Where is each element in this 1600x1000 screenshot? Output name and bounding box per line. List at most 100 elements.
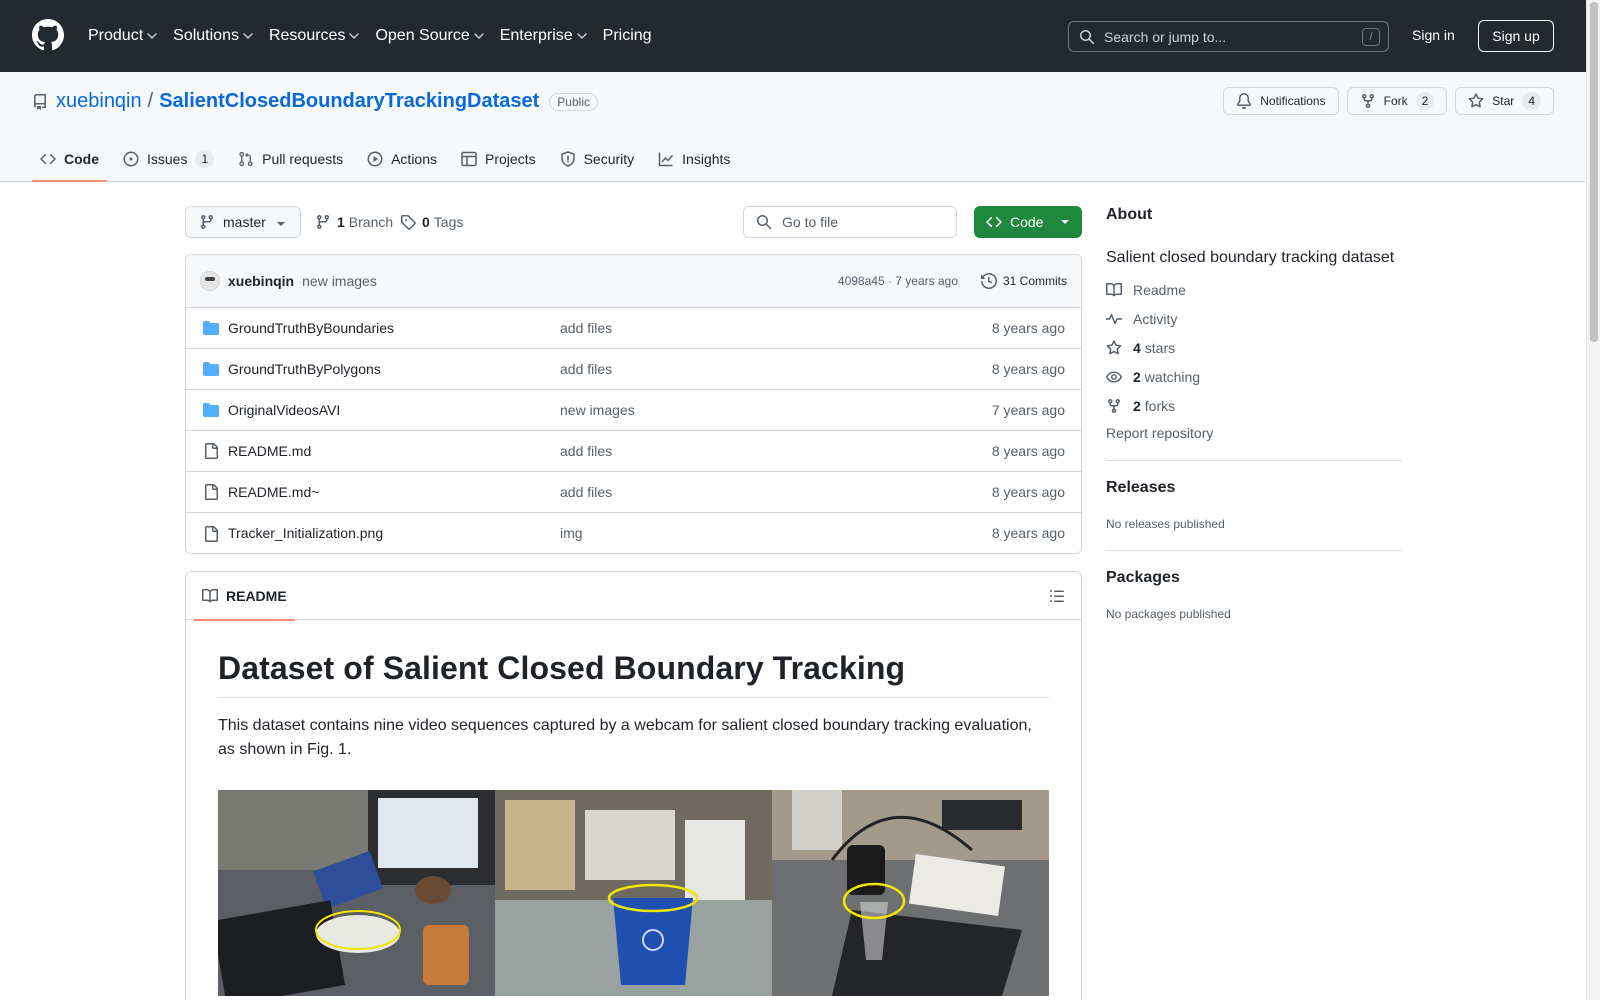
repo-actions: Notifications Fork 2 Star 4 [1215, 87, 1554, 115]
about-link-stars[interactable]: 4 stars [1106, 338, 1402, 357]
code-download-button[interactable]: Code [974, 206, 1082, 238]
book-icon [202, 588, 226, 604]
about-link-watching[interactable]: 2 watching [1106, 367, 1402, 386]
file-name-link[interactable]: README.md~ [228, 484, 319, 500]
about-link-readme[interactable]: Readme [1106, 280, 1402, 299]
graph-icon [658, 151, 682, 167]
pull-request-icon [238, 151, 262, 167]
packages-heading[interactable]: Packages [1106, 569, 1402, 587]
page-scrollbar[interactable] [1586, 0, 1600, 1000]
chevron-down-icon [576, 33, 587, 39]
commits-link[interactable]: 31 Commits [980, 267, 1067, 295]
tab-label: Security [583, 151, 635, 167]
star-button[interactable]: Star 4 [1455, 87, 1554, 115]
commit-hash-age[interactable]: 4098a45 · 7 years ago [838, 274, 958, 288]
file-commit-message[interactable]: add files [560, 484, 612, 500]
file-name-link[interactable]: OriginalVideosAVI [228, 402, 340, 418]
fork-label: Fork [1383, 94, 1408, 108]
repo-owner-link[interactable]: xuebinqin [56, 90, 142, 113]
file-name-link[interactable]: Tracker_Initialization.png [228, 525, 383, 541]
file-row[interactable]: OriginalVideosAVI new images 7 years ago [186, 390, 1081, 431]
avatar[interactable] [200, 271, 220, 291]
nav-product[interactable]: Product [88, 27, 157, 45]
file-row[interactable]: Tracker_Initialization.png img 8 years ago [186, 513, 1081, 553]
sign-in-link[interactable]: Sign in [1412, 27, 1455, 43]
file-row[interactable]: README.md~ add files 8 years ago [186, 472, 1081, 513]
tab-pull-requests[interactable]: Pull requests [230, 136, 351, 182]
file-name-link[interactable]: GroundTruthByBoundaries [228, 320, 394, 336]
file-name-link[interactable]: GroundTruthByPolygons [228, 361, 381, 377]
tags-link[interactable]: 0 Tags [400, 214, 463, 230]
github-logo-icon[interactable] [32, 19, 64, 51]
play-icon [367, 151, 391, 167]
file-row[interactable]: README.md add files 8 years ago [186, 431, 1081, 472]
about-link-activity[interactable]: Activity [1106, 309, 1402, 328]
tab-insights[interactable]: Insights [650, 136, 738, 182]
file-commit-message[interactable]: img [560, 525, 583, 541]
code-button-label: Code [1010, 214, 1044, 230]
main-nav: Product Solutions Resources Open Source Ente… [88, 0, 668, 72]
scrollbar-thumb[interactable] [1590, 2, 1598, 342]
releases-heading[interactable]: Releases [1106, 479, 1402, 497]
nav-solutions[interactable]: Solutions [173, 27, 253, 45]
file-row[interactable]: GroundTruthByPolygons add files 8 years ag… [186, 349, 1081, 390]
nav-open-source[interactable]: Open Source [375, 27, 484, 45]
branches-link[interactable]: 1 Branch [315, 214, 393, 230]
repo-header: xuebinqin / SalientClosedBoundaryTrackin… [0, 72, 1586, 182]
go-to-file-input[interactable]: Go to file [743, 206, 957, 238]
repo-separator: / [147, 90, 154, 112]
tab-label: Pull requests [262, 151, 344, 167]
notifications-button[interactable]: Notifications [1223, 87, 1339, 115]
nav-label: Product [88, 27, 144, 44]
caret-down-icon [1060, 219, 1070, 225]
file-commit-message[interactable]: new images [560, 402, 635, 418]
readme-figure-image [218, 790, 1049, 996]
history-icon [980, 273, 1003, 289]
report-repository-link[interactable]: Report repository [1106, 425, 1402, 441]
nav-resources[interactable]: Resources [269, 27, 360, 45]
tab-projects[interactable]: Projects [453, 136, 544, 182]
repo-sidebar: About Salient closed boundary tracking d… [1106, 206, 1402, 621]
search-input[interactable]: Search or jump to... / [1068, 21, 1389, 52]
caret-down-icon [276, 221, 286, 227]
packages-empty: No packages published [1106, 607, 1231, 621]
tab-security[interactable]: Security [552, 136, 643, 182]
file-commit-message[interactable]: add files [560, 361, 612, 377]
branch-name: master [223, 214, 266, 230]
branch-select-button[interactable]: master [185, 206, 301, 238]
commit-message[interactable]: new images [302, 273, 377, 289]
star-count: 4 [1522, 92, 1541, 110]
about-label: Readme [1133, 281, 1186, 298]
file-age: 8 years ago [991, 320, 1065, 336]
readme-title: Dataset of Salient Closed Boundary Track… [218, 650, 1049, 698]
nav-enterprise[interactable]: Enterprise [500, 27, 587, 45]
commit-author[interactable]: xuebinqin [228, 273, 294, 289]
photo-recycle-bin-scene [495, 790, 772, 996]
readme-tab[interactable]: README [194, 572, 295, 621]
nav-pricing[interactable]: Pricing [603, 27, 652, 45]
fork-button[interactable]: Fork 2 [1346, 87, 1448, 115]
file-row[interactable]: GroundTruthByBoundaries add files 8 years … [186, 308, 1081, 349]
file-age: 8 years ago [991, 443, 1065, 459]
about-count: 2 [1133, 397, 1141, 414]
about-count: 4 [1133, 339, 1141, 356]
table-icon [461, 151, 485, 167]
file-icon [203, 443, 219, 459]
tab-issues[interactable]: Issues 1 [115, 136, 222, 182]
branch-icon [199, 214, 223, 230]
about-link-forks[interactable]: 2 forks [1106, 396, 1402, 415]
file-commit-message[interactable]: add files [560, 443, 612, 459]
commits-count: 31 Commits [1002, 274, 1067, 288]
divider [1106, 460, 1402, 461]
nav-label: Pricing [602, 27, 652, 44]
outline-list-icon[interactable] [1049, 588, 1065, 604]
file-name-link[interactable]: README.md [228, 443, 311, 459]
shield-icon [560, 151, 584, 167]
sign-up-button[interactable]: Sign up [1478, 20, 1554, 52]
tag-count: 0 [422, 214, 430, 230]
readme-content: Dataset of Salient Closed Boundary Track… [186, 620, 1081, 1000]
repo-name-link[interactable]: SalientClosedBoundaryTrackingDataset [159, 90, 539, 113]
tab-code[interactable]: Code [32, 136, 107, 182]
file-commit-message[interactable]: add files [560, 320, 612, 336]
tab-actions[interactable]: Actions [359, 136, 445, 182]
